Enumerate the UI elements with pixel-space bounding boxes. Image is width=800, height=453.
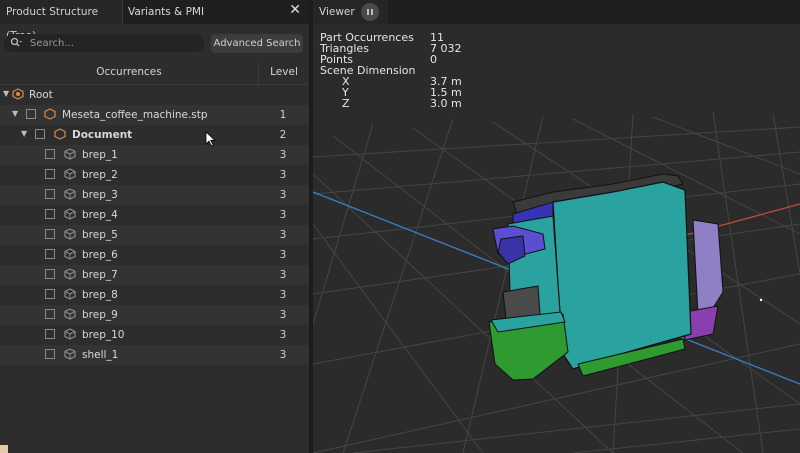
tree-row-shell[interactable]: shell_1 3: [0, 345, 309, 365]
stat-label: Scene Dimension: [320, 64, 416, 77]
visibility-checkbox[interactable]: [45, 209, 55, 219]
visibility-checkbox[interactable]: [45, 169, 55, 179]
tree-row-label: shell_1: [82, 349, 119, 361]
tree-row-brep[interactable]: brep_6 3: [0, 245, 309, 265]
tree-row-level: 3: [279, 189, 287, 201]
tree-row-label: brep_1: [82, 149, 118, 161]
tree-row-brep[interactable]: brep_10 3: [0, 325, 309, 345]
panel-tab-bar: Product Structure (Tree) Variants & PMI …: [0, 0, 309, 42]
mesh-body-icon: [64, 148, 76, 160]
visibility-checkbox[interactable]: [45, 149, 55, 159]
tree-row-label: Root: [29, 89, 53, 101]
tree-row-root[interactable]: ▼ Root: [0, 85, 309, 105]
tree-row-label: brep_10: [82, 329, 125, 341]
mouse-cursor-icon: [205, 131, 217, 147]
search-input[interactable]: [30, 35, 200, 51]
product-structure-panel: Product Structure (Tree) Variants & PMI …: [0, 0, 309, 453]
expand-arrow-icon[interactable]: ▼: [21, 129, 31, 139]
search-row: Advanced Search: [0, 24, 309, 62]
pause-icon: [371, 9, 373, 15]
tree-row-level: 3: [279, 149, 287, 161]
tree-row-label: Document: [72, 129, 133, 141]
tree-row-level: 2: [279, 129, 287, 141]
pause-button[interactable]: [361, 3, 379, 21]
viewer-tab-bar: Viewer: [313, 0, 800, 24]
tree-row-level: 3: [279, 309, 287, 321]
visibility-checkbox[interactable]: [26, 109, 36, 119]
viewer-panel: Viewer Part Occurrences 11 Triangles 7 0…: [313, 0, 800, 453]
mesh-body-icon: [64, 248, 76, 260]
mesh-body-icon: [64, 328, 76, 340]
tree-row-level: 3: [279, 209, 287, 221]
tree-row-level: [258, 85, 308, 105]
visibility-checkbox[interactable]: [45, 189, 55, 199]
assembly-icon: [12, 88, 24, 100]
tab-viewer[interactable]: Viewer: [313, 0, 388, 24]
mesh-body-icon: [64, 308, 76, 320]
tree-row-level: 3: [279, 349, 287, 361]
corner-handle: [0, 445, 8, 453]
visibility-checkbox[interactable]: [45, 329, 55, 339]
mesh-body-icon: [64, 228, 76, 240]
tree-row-label: brep_4: [82, 209, 118, 221]
tab-product-structure[interactable]: Product Structure (Tree): [0, 0, 123, 42]
expand-arrow-icon[interactable]: ▼: [12, 109, 22, 119]
visibility-checkbox[interactable]: [35, 129, 45, 139]
advanced-search-button[interactable]: Advanced Search: [211, 34, 303, 53]
mesh-body-icon: [64, 348, 76, 360]
search-icon: [10, 37, 22, 47]
tree-column-header: Occurrences Level: [0, 62, 309, 85]
tree-row-level: 3: [279, 249, 287, 261]
tree-row-level: 3: [279, 229, 287, 241]
tree-row-brep[interactable]: brep_3 3: [0, 185, 309, 205]
mesh-body-icon: [64, 168, 76, 180]
tree-row-brep[interactable]: brep_2 3: [0, 165, 309, 185]
close-icon[interactable]: ✕: [289, 2, 301, 18]
visibility-checkbox[interactable]: [45, 309, 55, 319]
tree-row-brep[interactable]: brep_9 3: [0, 305, 309, 325]
tree-row-brep[interactable]: brep_1 3: [0, 145, 309, 165]
search-box[interactable]: [4, 34, 204, 52]
column-occurrences[interactable]: Occurrences: [0, 62, 258, 84]
pause-icon: [367, 9, 369, 15]
tab-variants-pmi[interactable]: Variants & PMI: [122, 0, 210, 24]
tree-row-label: Meseta_coffee_machine.stp: [62, 109, 208, 121]
viewer-tab-label: Viewer: [319, 6, 355, 18]
mesh-body-icon: [64, 208, 76, 220]
document-icon: [54, 128, 66, 140]
tree-row-label: brep_9: [82, 309, 118, 321]
visibility-checkbox[interactable]: [45, 249, 55, 259]
tree-row-label: brep_8: [82, 289, 118, 301]
tree-row-label: brep_2: [82, 169, 118, 181]
visibility-checkbox[interactable]: [45, 349, 55, 359]
coffee-machine-model: [488, 173, 724, 381]
tree-row-brep[interactable]: brep_7 3: [0, 265, 309, 285]
visibility-checkbox[interactable]: [45, 269, 55, 279]
tree-row-brep[interactable]: brep_8 3: [0, 285, 309, 305]
tree-row-document[interactable]: ▼ Document 2: [0, 125, 309, 145]
tree-row-label: brep_5: [82, 229, 118, 241]
mesh-body-icon: [64, 288, 76, 300]
column-level[interactable]: Level: [258, 62, 309, 84]
stat-value: 3.0 m: [430, 97, 462, 110]
tree-row-level: 3: [279, 329, 287, 341]
tree-row-brep[interactable]: brep_4 3: [0, 205, 309, 225]
tree-row-brep[interactable]: brep_5 3: [0, 225, 309, 245]
tree-row-label: brep_7: [82, 269, 118, 281]
tree-row-level: 3: [279, 169, 287, 181]
tree-row-label: brep_3: [82, 189, 118, 201]
visibility-checkbox[interactable]: [45, 289, 55, 299]
tree-row-level: 1: [279, 109, 287, 121]
mesh-body-icon: [64, 268, 76, 280]
tree-row-label: brep_6: [82, 249, 118, 261]
visibility-checkbox[interactable]: [45, 229, 55, 239]
mesh-body-icon: [64, 188, 76, 200]
tree-row-file[interactable]: ▼ Meseta_coffee_machine.stp 1: [0, 105, 309, 125]
stat-value: 0: [430, 53, 437, 66]
tree-row-level: 3: [279, 269, 287, 281]
part-file-icon: [44, 108, 56, 120]
3d-viewport[interactable]: [313, 24, 800, 453]
stat-label: Z: [342, 97, 350, 110]
tree-row-level: 3: [279, 289, 287, 301]
